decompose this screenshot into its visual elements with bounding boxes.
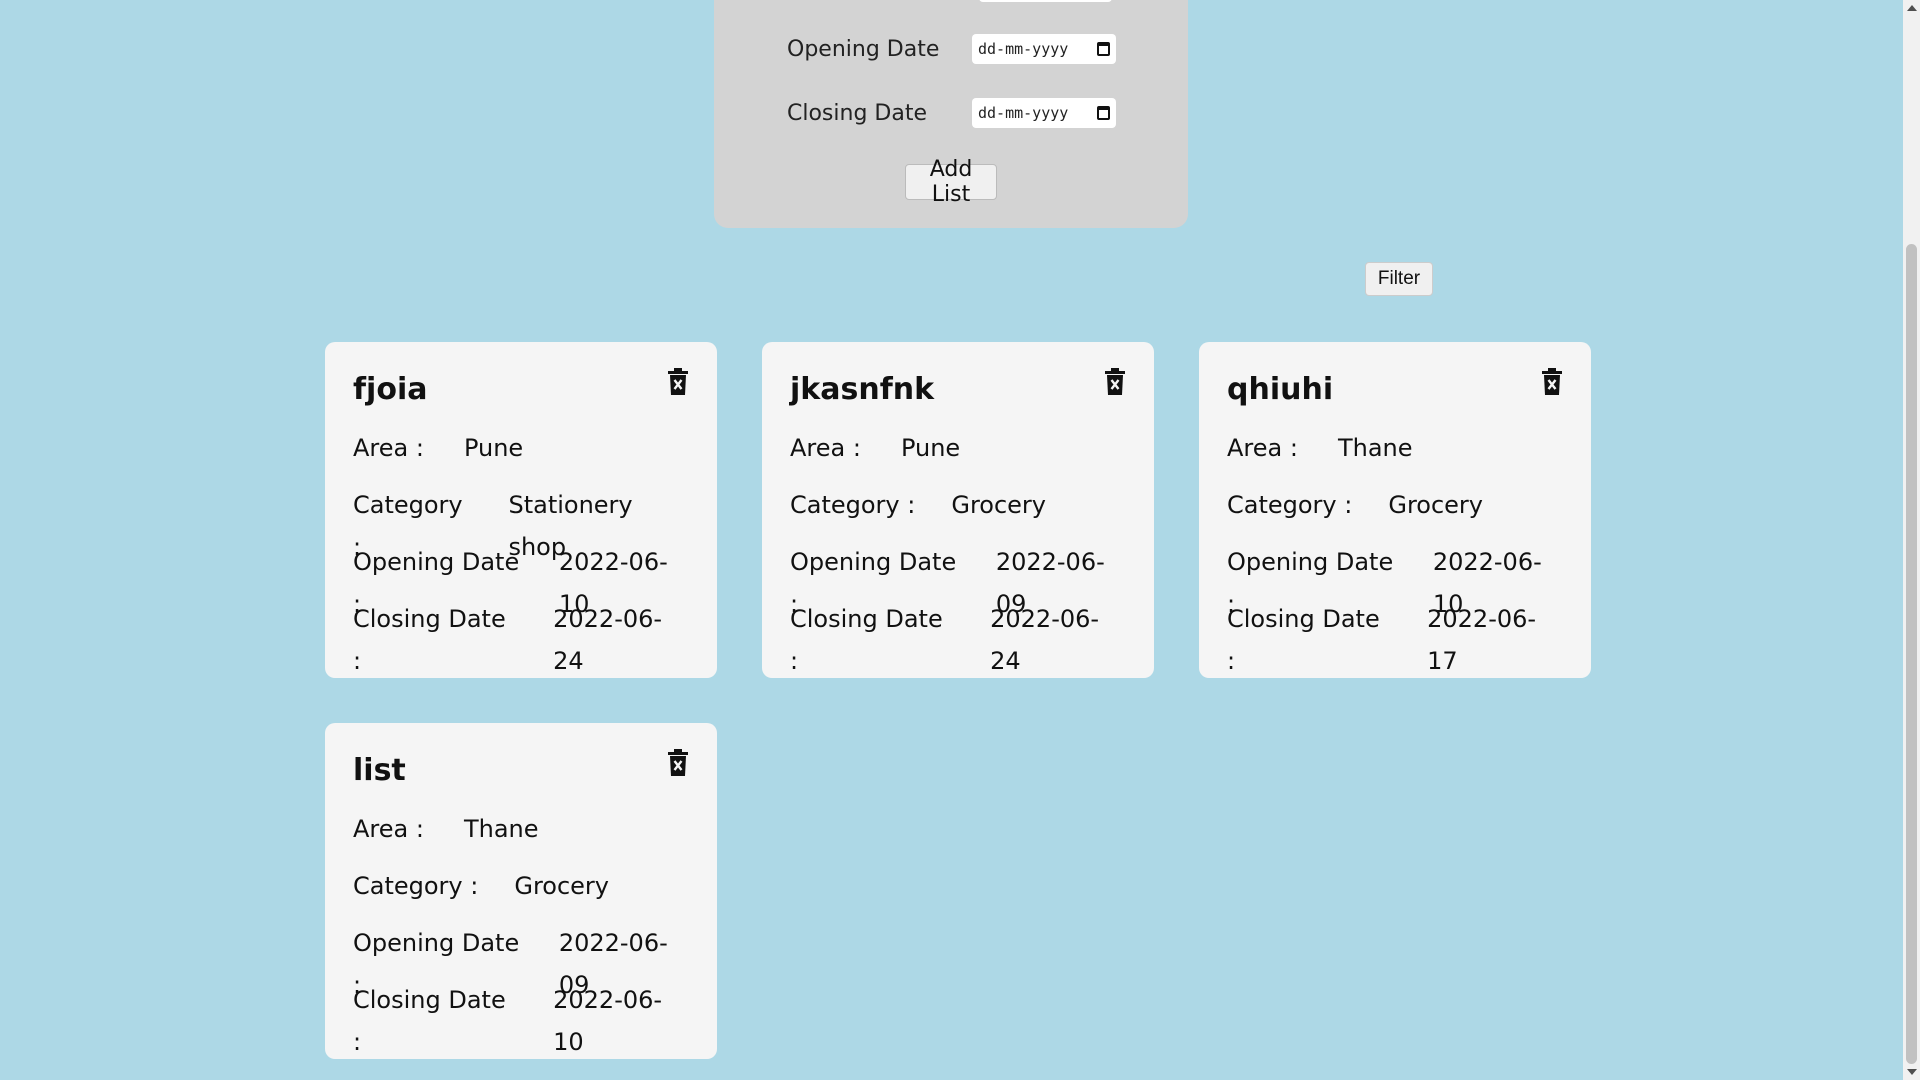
category-value: Grocery	[1388, 491, 1483, 519]
scroll-up-arrow-icon[interactable]	[1907, 5, 1917, 11]
closing-date-label: Closing Date :	[353, 605, 506, 675]
category-label: Category :	[790, 491, 916, 519]
area-label: Area :	[790, 434, 861, 462]
card-closing-row: Closing Date : 2022-06-10	[353, 979, 689, 1056]
opening-date-label: Opening Date :	[353, 548, 520, 618]
card-category-row: Category : Grocery	[353, 865, 689, 907]
area-label: Area :	[353, 815, 424, 843]
add-list-form: Opening Date dd-mm-yyyy Closing Date dd-…	[714, 0, 1188, 228]
card-category-row: Category : Grocery	[790, 484, 1126, 526]
closing-date-input[interactable]: dd-mm-yyyy	[972, 98, 1116, 128]
delete-icon[interactable]	[1104, 368, 1126, 396]
opening-date-row: Opening Date dd-mm-yyyy	[787, 34, 1116, 64]
opening-date-value: 2022-06-10	[1432, 548, 1542, 618]
closing-date-value: 2022-06-10	[553, 986, 663, 1056]
closing-date-label: Closing Date :	[790, 605, 943, 675]
card-area-row: Area : Pune	[790, 427, 1126, 469]
card-opening-row: Opening Date : 2022-06-09	[353, 922, 689, 999]
card-area-row: Area : Thane	[353, 808, 689, 850]
closing-date-value: 2022-06-17	[1427, 605, 1537, 675]
opening-date-placeholder: dd-mm-yyyy	[978, 40, 1069, 58]
area-label: Area :	[1227, 434, 1298, 462]
category-label: Category :	[1227, 491, 1353, 519]
delete-icon[interactable]	[667, 368, 689, 396]
closing-date-label: Closing Date	[787, 100, 927, 126]
add-list-button[interactable]: Add List	[905, 157, 997, 207]
card-opening-row: Opening Date : 2022-06-10	[1227, 541, 1563, 618]
card-closing-row: Closing Date : 2022-06-17	[1227, 598, 1563, 675]
opening-date-value: 2022-06-09	[995, 548, 1105, 618]
area-value: Thane	[463, 815, 539, 843]
card-area-row: Area : Thane	[1227, 427, 1563, 469]
card-closing-row: Closing Date : 2022-06-24	[353, 598, 689, 675]
closing-date-label: Closing Date :	[1227, 605, 1380, 675]
opening-date-label: Opening Date :	[353, 929, 520, 999]
card-title: fjoia	[353, 372, 428, 407]
opening-date-label: Opening Date :	[1227, 548, 1394, 618]
scroll-down-arrow-icon[interactable]	[1907, 1069, 1917, 1075]
card-category-row: Category : Grocery	[1227, 484, 1563, 526]
list-card: qhiuhi Area : Thane Category : Grocery Openin…	[1199, 342, 1591, 678]
opening-date-value: 2022-06-10	[558, 548, 668, 618]
card-closing-row: Closing Date : 2022-06-24	[790, 598, 1126, 675]
category-value: Stationery shop	[508, 491, 633, 561]
calendar-icon[interactable]	[1097, 42, 1110, 56]
closing-date-row: Closing Date dd-mm-yyyy	[787, 98, 1116, 128]
area-value: Thane	[1337, 434, 1413, 462]
card-opening-row: Opening Date : 2022-06-10	[353, 541, 689, 618]
closing-date-placeholder: dd-mm-yyyy	[978, 104, 1069, 122]
category-value: Grocery	[951, 491, 1046, 519]
card-title: list	[353, 753, 406, 788]
opening-date-value: 2022-06-09	[558, 929, 668, 999]
list-card: list Area : Thane Category : Grocery Opening …	[325, 723, 717, 1059]
category-label: Category :	[353, 491, 463, 561]
area-label: Area :	[353, 434, 424, 462]
area-value: Pune	[463, 434, 524, 462]
area-value: Pune	[900, 434, 961, 462]
list-card: fjoia Area : Pune Category : Stationery shop…	[325, 342, 717, 678]
closing-date-label: Closing Date :	[353, 986, 506, 1056]
delete-icon[interactable]	[667, 749, 689, 777]
opening-date-label: Opening Date	[787, 36, 940, 62]
scroll-thumb[interactable]	[1906, 244, 1917, 1064]
category-value: Grocery	[514, 872, 609, 900]
text-input-partial[interactable]	[979, 0, 1112, 2]
card-area-row: Area : Pune	[353, 427, 689, 469]
list-card: jkasnfnk Area : Pune Category : Grocery Openi…	[762, 342, 1154, 678]
delete-icon[interactable]	[1541, 368, 1563, 396]
filter-button[interactable]: Filter	[1365, 262, 1433, 296]
card-title: jkasnfnk	[790, 372, 935, 407]
opening-date-input[interactable]: dd-mm-yyyy	[972, 34, 1116, 64]
closing-date-value: 2022-06-24	[990, 605, 1100, 675]
closing-date-value: 2022-06-24	[553, 605, 663, 675]
card-title: qhiuhi	[1227, 372, 1334, 407]
vertical-scrollbar[interactable]	[1903, 0, 1920, 1080]
card-category-row: Category : Stationery shop	[353, 484, 689, 561]
category-label: Category :	[353, 872, 479, 900]
card-opening-row: Opening Date : 2022-06-09	[790, 541, 1126, 618]
opening-date-label: Opening Date :	[790, 548, 957, 618]
calendar-icon[interactable]	[1097, 106, 1110, 120]
